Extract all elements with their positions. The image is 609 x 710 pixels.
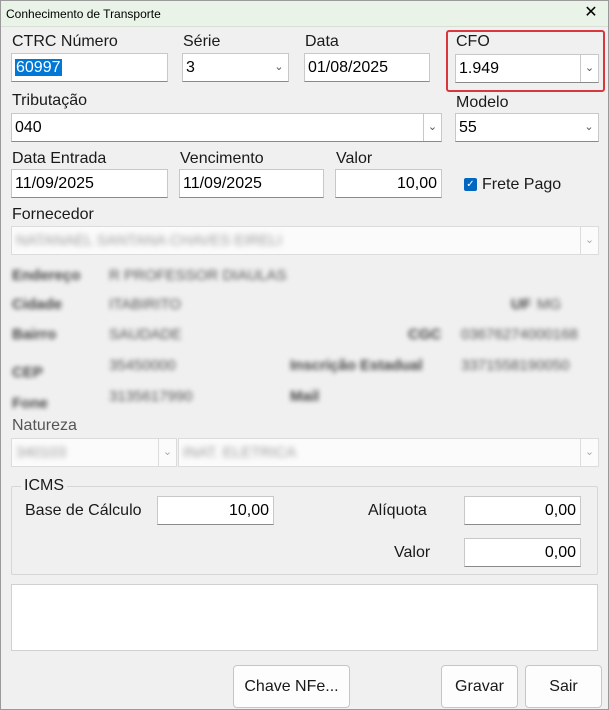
cep-value: 35450000: [109, 357, 176, 374]
frete-pago-label: Frete Pago: [482, 176, 562, 193]
cep-label: CEP: [12, 364, 43, 381]
valor-value: 10,00: [396, 175, 437, 192]
data-value: 01/08/2025: [308, 59, 389, 76]
bairro-label: Bairro: [12, 326, 57, 343]
tributacao-select[interactable]: 040 ⌄: [11, 113, 442, 142]
fornecedor-value: NATANAEL SANTANA CHAVES EIRELI: [16, 232, 282, 249]
endereco-value: R PROFESSOR DIAULAS: [109, 267, 287, 284]
cfo-value: 1.949: [459, 60, 500, 77]
valor-input[interactable]: 10,00: [335, 169, 442, 198]
window-title: Conhecimento de Transporte: [6, 7, 161, 21]
modelo-value: 55: [459, 119, 477, 136]
vencimento-value: 11/09/2025: [183, 175, 262, 192]
cfo-label: CFO: [456, 33, 490, 50]
aliquota-label: Alíquota: [368, 502, 427, 519]
close-icon[interactable]: ✕: [582, 4, 600, 22]
tributacao-label: Tributação: [12, 92, 87, 109]
natureza-code-value: 340103: [16, 444, 67, 461]
inscricao-label: Inscrição Estadual: [290, 357, 423, 374]
inscricao-value: 3371558190050: [461, 357, 570, 374]
fornecedor-select[interactable]: NATANAEL SANTANA CHAVES EIRELI ⌄: [11, 226, 599, 255]
serie-value: 3: [186, 59, 195, 76]
natureza-description-select[interactable]: INAT. ELETRICA ⌄: [178, 438, 599, 467]
ctrc-numero-value: 60997: [15, 59, 62, 76]
gravar-button[interactable]: Gravar: [441, 665, 518, 708]
natureza-label: Natureza: [12, 417, 77, 434]
tributacao-value: 040: [15, 119, 42, 136]
vencimento-input[interactable]: 11/09/2025: [179, 169, 324, 198]
cidade-value: ITABIRITO: [109, 296, 181, 313]
valor-label: Valor: [336, 150, 373, 167]
data-entrada-input[interactable]: 11/09/2025: [11, 169, 168, 198]
chevron-down-icon: ⌄: [580, 227, 598, 254]
ctrc-numero-label: CTRC Número: [12, 33, 118, 50]
icms-valor-value: 0,00: [544, 544, 576, 561]
vencimento-label: Vencimento: [180, 150, 264, 167]
modelo-select[interactable]: 55 ⌄: [455, 113, 599, 142]
serie-label: Série: [183, 33, 221, 50]
uf-value: MG: [537, 296, 562, 313]
fone-value: 3135617990: [109, 388, 193, 405]
ctrc-numero-input[interactable]: 60997: [11, 53, 168, 82]
bairro-value: SAUDADE: [109, 326, 182, 343]
icms-title: ICMS: [21, 477, 67, 495]
icms-valor-input[interactable]: 0,00: [464, 538, 581, 567]
cidade-label: Cidade: [12, 296, 63, 313]
modelo-label: Modelo: [456, 94, 509, 111]
data-entrada-label: Data Entrada: [12, 150, 107, 167]
cfo-select[interactable]: 1.949 ⌄: [455, 54, 599, 83]
mail-label: Mail: [290, 388, 320, 405]
chevron-down-icon: ⌄: [580, 439, 598, 466]
natureza-description-value: INAT. ELETRICA: [183, 444, 297, 461]
chave-nfe-button[interactable]: Chave NFe...: [233, 665, 350, 708]
fornecedor-label: Fornecedor: [12, 206, 94, 223]
base-calculo-label: Base de Cálculo: [25, 502, 142, 519]
observacoes-textarea[interactable]: [11, 584, 598, 651]
fone-label: Fone: [12, 395, 48, 412]
chevron-down-icon: ⌄: [423, 114, 441, 141]
frete-pago-checkbox[interactable]: ✓: [464, 178, 477, 191]
endereco-label: Endereço: [12, 267, 81, 284]
cgc-label: CGC: [408, 326, 442, 343]
uf-label: UF: [511, 296, 531, 313]
data-input[interactable]: 01/08/2025: [304, 53, 430, 82]
serie-select[interactable]: 3 ⌄: [182, 53, 289, 82]
cgc-value: 03676274000168: [461, 326, 578, 343]
data-label: Data: [305, 33, 339, 50]
icms-valor-label: Valor: [394, 544, 431, 561]
window: Conhecimento de Transporte ✕ CTRC Número…: [0, 0, 609, 710]
chevron-down-icon: ⌄: [580, 55, 598, 82]
chevron-down-icon: ⌄: [274, 61, 284, 73]
aliquota-value: 0,00: [544, 502, 576, 519]
data-entrada-value: 11/09/2025: [15, 175, 94, 192]
chevron-down-icon: ⌄: [584, 121, 594, 133]
base-calculo-input[interactable]: 10,00: [157, 496, 274, 525]
aliquota-input[interactable]: 0,00: [464, 496, 581, 525]
base-calculo-value: 10,00: [228, 502, 269, 519]
title-bar: Conhecimento de Transporte ✕: [1, 1, 608, 27]
chevron-down-icon: ⌄: [158, 439, 176, 466]
sair-button[interactable]: Sair: [525, 665, 602, 708]
natureza-code-select[interactable]: 340103 ⌄: [11, 438, 177, 467]
